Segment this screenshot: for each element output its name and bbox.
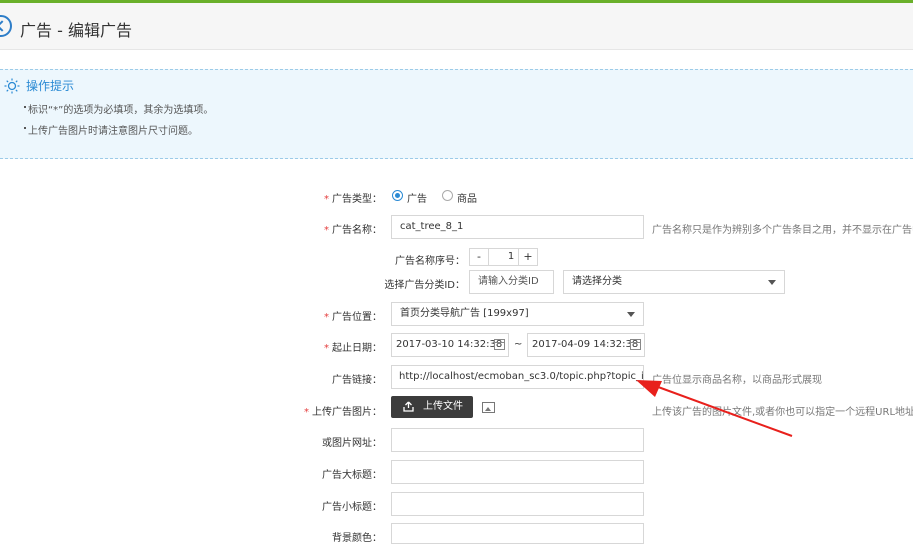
ad-image-label: * 上传广告图片： xyxy=(304,407,382,418)
upload-file-label: 上传文件 xyxy=(423,401,463,412)
small-title-label: 广告小标题： xyxy=(322,502,382,513)
ad-name-input[interactable]: cat_tree_8_1 xyxy=(391,215,644,239)
start-date-value: 2017-03-10 14:32:38 xyxy=(396,339,503,350)
tips-panel: 操作提示 标识“*”的选项为必填项，其余为选填项。 上传广告图片时请注意图片尺寸… xyxy=(0,69,913,159)
ad-position-label: * 广告位置： xyxy=(324,312,382,323)
tips-title: 操作提示 xyxy=(26,79,75,93)
ad-link-label: 广告链接： xyxy=(332,375,382,386)
page-title: 广告 - 编辑广告 xyxy=(20,21,132,40)
image-preview-icon[interactable] xyxy=(482,402,495,413)
ad-type-option-ad: 广告 xyxy=(407,194,427,205)
image-url-input[interactable] xyxy=(391,428,644,452)
ad-position-value: 首页分类导航广告 [199x97] xyxy=(400,308,529,319)
ad-type-radio-ad[interactable] xyxy=(392,190,403,201)
page-header: 广告 - 编辑广告 xyxy=(0,3,913,50)
ad-type-option-goods: 商品 xyxy=(457,194,477,205)
ad-category-label: 选择广告分类ID： xyxy=(384,280,465,291)
date-range-label: * 起止日期： xyxy=(324,343,382,354)
ad-image-hint: 上传该广告的图片文件,或者你也可以指定一个远程URL地址为广 xyxy=(652,407,913,418)
upload-file-button[interactable]: 上传文件 xyxy=(391,396,473,418)
start-date-input[interactable]: 2017-03-10 14:32:38 xyxy=(391,333,509,357)
category-select-value: 请选择分类 xyxy=(572,276,622,287)
big-title-label: 广告大标题： xyxy=(322,470,382,481)
calendar-icon[interactable] xyxy=(630,339,641,350)
ad-type-radio-goods[interactable] xyxy=(442,190,453,201)
tip-item: 标识“*”的选项为必填项，其余为选填项。 xyxy=(23,101,213,116)
bg-color-input[interactable] xyxy=(391,523,644,544)
bg-color-label: 背景颜色： xyxy=(332,533,382,544)
ad-name-hint: 广告名称只是作为辨别多个广告条目之用，并不显示在广告中 xyxy=(652,225,913,236)
date-separator: ~ xyxy=(514,339,523,350)
end-date-value: 2017-04-09 14:32:38 xyxy=(532,339,639,350)
category-id-input[interactable]: 请输入分类ID xyxy=(469,270,554,294)
increment-button[interactable]: + xyxy=(518,248,538,266)
ad-type-label: * 广告类型： xyxy=(324,194,382,205)
calendar-icon[interactable] xyxy=(494,339,505,350)
ad-name-index-label: 广告名称序号： xyxy=(395,256,465,267)
ad-link-hint: 广告位显示商品名称，以商品形式展现 xyxy=(652,375,822,386)
small-title-input[interactable] xyxy=(391,492,644,516)
back-icon[interactable] xyxy=(0,15,12,37)
big-title-input[interactable] xyxy=(391,460,644,484)
lightbulb-icon xyxy=(4,78,20,94)
image-url-label: 或图片网址： xyxy=(322,438,382,449)
end-date-input[interactable]: 2017-04-09 14:32:38 xyxy=(527,333,645,357)
tip-item: 上传广告图片时请注意图片尺寸问题。 xyxy=(24,122,198,137)
ad-link-input[interactable]: http://localhost/ecmoban_sc3.0/topic.php… xyxy=(391,365,644,389)
ad-position-select[interactable]: 首页分类导航广告 [199x97] xyxy=(391,302,644,326)
ad-name-label: * 广告名称： xyxy=(324,225,382,236)
decrement-button[interactable]: - xyxy=(469,248,489,266)
category-select[interactable]: 请选择分类 xyxy=(563,270,785,294)
upload-icon xyxy=(403,401,414,412)
